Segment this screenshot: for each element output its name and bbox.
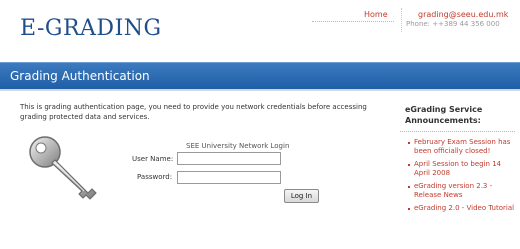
login-button[interactable]: Log In — [284, 189, 319, 203]
announcements-title: eGrading Service Announcements: — [405, 105, 483, 125]
header-vertical-divider — [401, 8, 402, 32]
announcement-link[interactable]: April Session to begin 14 April 2008 — [414, 160, 501, 177]
contact-email-link[interactable]: grading@seeu.edu.mk — [418, 10, 508, 19]
announcements-list: February Exam Session has been officiall… — [408, 138, 516, 217]
page-header: E-GRADING Home grading@seeu.edu.mk Phone… — [0, 0, 520, 58]
login-form-title: SEE University Network Login — [186, 142, 290, 150]
announcement-item: February Exam Session has been officiall… — [408, 138, 516, 156]
page-title: Grading Authentication — [10, 69, 150, 83]
announcement-link[interactable]: eGrading version 2.3 - Release News — [414, 182, 492, 199]
password-label: Password: — [137, 173, 173, 181]
announcements-divider — [400, 131, 515, 132]
header-dotted-divider — [312, 21, 394, 22]
announcement-item: eGrading 2.0 - Video Tutorial — [408, 204, 516, 213]
title-banner: Grading Authentication — [0, 62, 520, 89]
bullet-icon — [408, 164, 410, 166]
announcement-item: April Session to begin 14 April 2008 — [408, 160, 516, 178]
announcement-link[interactable]: eGrading 2.0 - Video Tutorial — [414, 204, 514, 212]
username-field[interactable] — [177, 152, 281, 165]
announcement-item: eGrading version 2.3 - Release News — [408, 182, 516, 200]
announcement-link[interactable]: February Exam Session has been officiall… — [414, 138, 510, 155]
intro-text: This is grading authentication page, you… — [20, 103, 367, 121]
bullet-icon — [408, 208, 410, 210]
password-field[interactable] — [177, 171, 281, 184]
bullet-icon — [408, 142, 410, 144]
key-icon — [26, 133, 100, 207]
banner-underline — [0, 89, 520, 91]
home-link[interactable]: Home — [364, 10, 388, 19]
site-logo[interactable]: E-GRADING — [20, 16, 162, 41]
contact-phone: Phone: ++389 44 356 000 — [406, 20, 500, 28]
bullet-icon — [408, 186, 410, 188]
username-label: User Name: — [132, 155, 174, 163]
